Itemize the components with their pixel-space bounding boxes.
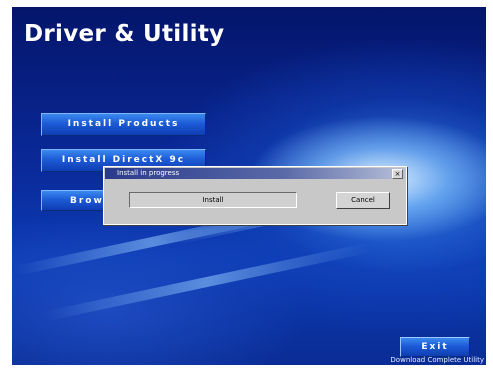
cancel-button[interactable]: Cancel <box>336 192 390 209</box>
progress-dialog: Install in progress × Install Cancel <box>103 166 407 225</box>
install-products-button[interactable]: Install Products <box>41 113 206 136</box>
footer-text: Download Complete Utility <box>390 356 484 364</box>
progress-field: Install <box>129 192 297 208</box>
progress-label: Install <box>202 196 224 204</box>
dialog-titlebar: Install in progress × <box>105 168 405 179</box>
app-title: Driver & Utility <box>24 21 225 47</box>
dialog-title: Install in progress <box>117 169 180 177</box>
close-icon[interactable]: × <box>392 169 403 179</box>
exit-button[interactable]: Exit <box>400 337 470 357</box>
